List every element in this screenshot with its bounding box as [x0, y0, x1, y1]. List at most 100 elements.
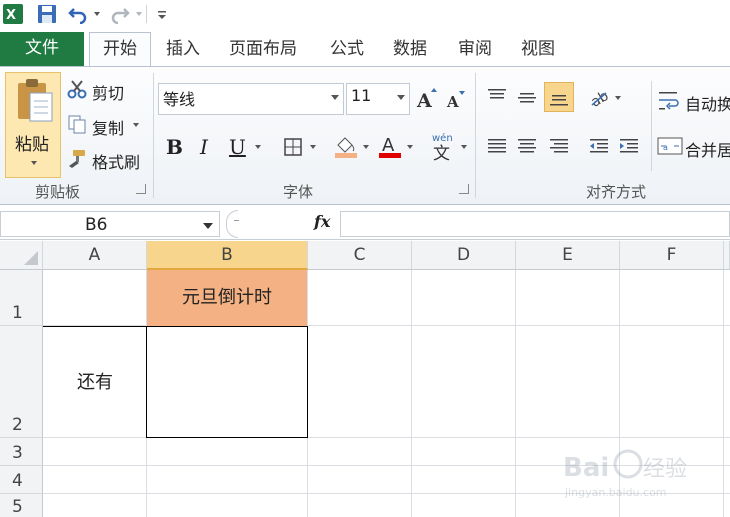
font-size-dropdown-icon: [397, 95, 405, 100]
merge-center-icon: a: [657, 135, 683, 157]
underline-button[interactable]: U: [229, 135, 246, 159]
alignment-group-label: 对齐方式: [586, 183, 647, 201]
worksheet-grid[interactable]: A B C D E F 1 2 3 4 5 元旦倒计时 还有 Bai 经验 ji…: [0, 241, 730, 517]
formula-bar-splitter[interactable]: [226, 210, 238, 238]
phonetic-dropdown-icon[interactable]: [461, 145, 467, 149]
borders-icon[interactable]: [283, 137, 303, 157]
font-name-combo[interactable]: 等线: [158, 83, 344, 115]
clipboard-launcher-icon[interactable]: [136, 184, 146, 194]
name-box[interactable]: B6: [0, 211, 220, 237]
toolbar-divider: [146, 5, 147, 23]
select-all-corner[interactable]: [0, 241, 43, 270]
undo-icon[interactable]: [68, 4, 88, 25]
column-header-f[interactable]: F: [620, 241, 724, 270]
svg-text:jingyan.baidu.com: jingyan.baidu.com: [564, 486, 667, 499]
gridline: [411, 270, 412, 517]
cut-button[interactable]: 剪切: [92, 80, 124, 104]
middle-align-icon[interactable]: [516, 87, 538, 107]
wrap-text-icon: [657, 89, 681, 113]
cell-b2[interactable]: [146, 326, 308, 438]
font-size-combo[interactable]: 11: [346, 83, 410, 115]
increase-indent-icon[interactable]: [618, 137, 640, 157]
tab-view[interactable]: 视图: [521, 36, 555, 62]
row-header-1[interactable]: 1: [0, 270, 43, 326]
font-size-value: 11: [351, 86, 372, 105]
svg-text:A: A: [416, 90, 432, 109]
align-center-icon[interactable]: [516, 137, 538, 157]
tab-page-layout[interactable]: 页面布局: [229, 36, 297, 62]
redo-dropdown-icon[interactable]: [136, 12, 142, 16]
undo-dropdown-icon[interactable]: [94, 12, 100, 16]
row-number: 5: [12, 497, 23, 517]
paste-button[interactable]: 粘贴: [5, 72, 61, 178]
column-header-c[interactable]: C: [308, 241, 412, 270]
tab-insert[interactable]: 插入: [166, 36, 200, 62]
font-color-icon[interactable]: A: [377, 133, 403, 159]
tab-file[interactable]: 文件: [0, 32, 84, 66]
formula-input[interactable]: [340, 211, 730, 237]
group-separator: [475, 73, 476, 198]
column-header-d[interactable]: D: [412, 241, 516, 270]
select-all-icon: [24, 251, 38, 265]
copy-dropdown-icon[interactable]: [133, 123, 139, 127]
row-header-5[interactable]: 5: [0, 494, 43, 517]
font-name-value: 等线: [163, 90, 196, 109]
name-box-value: B6: [85, 215, 108, 235]
align-right-icon[interactable]: [548, 137, 570, 157]
decrease-indent-icon[interactable]: [588, 137, 610, 157]
shrink-font-icon[interactable]: A: [446, 89, 466, 111]
font-group-label: 字体: [283, 183, 314, 201]
paste-label: 粘贴: [15, 135, 49, 155]
save-icon[interactable]: [36, 3, 58, 25]
group-separator: [153, 73, 154, 198]
svg-text:Bai: Bai: [563, 453, 609, 483]
copy-icon: [67, 114, 87, 134]
row-header-2[interactable]: 2: [0, 326, 43, 438]
insert-function-icon[interactable]: fx: [314, 212, 330, 231]
font-launcher-icon[interactable]: [459, 184, 469, 194]
row-header-3[interactable]: 3: [0, 438, 43, 466]
tab-review[interactable]: 审阅: [458, 36, 492, 62]
svg-text:X: X: [6, 8, 16, 23]
redo-icon[interactable]: [110, 4, 130, 25]
svg-text:wén: wén: [432, 132, 453, 144]
font-color-dropdown-icon[interactable]: [407, 145, 413, 149]
paste-icon: [14, 77, 54, 125]
top-align-icon[interactable]: [486, 87, 508, 107]
grow-font-icon[interactable]: A: [416, 87, 438, 112]
clipboard-group-label: 剪贴板: [35, 183, 81, 201]
cell-a2[interactable]: 还有: [43, 326, 147, 438]
gridline: [723, 270, 724, 517]
copy-button[interactable]: 复制: [92, 115, 124, 139]
bold-button[interactable]: B: [166, 135, 183, 159]
column-header-b[interactable]: B: [147, 241, 308, 270]
wrap-text-button[interactable]: 自动换: [685, 91, 730, 115]
fill-color-dropdown-icon[interactable]: [363, 145, 369, 149]
column-header-g[interactable]: [724, 241, 730, 270]
svg-text:文: 文: [433, 144, 450, 161]
name-box-dropdown-icon[interactable]: [203, 223, 213, 229]
phonetic-icon[interactable]: wén 文: [430, 131, 458, 164]
column-header-e[interactable]: E: [516, 241, 620, 270]
borders-dropdown-icon[interactable]: [310, 145, 316, 149]
bottom-align-button[interactable]: [544, 82, 574, 112]
quick-access-toolbar: X: [0, 0, 730, 28]
splitter-dots-icon: [234, 220, 239, 221]
row-header-4[interactable]: 4: [0, 466, 43, 494]
tab-home[interactable]: 开始: [89, 32, 151, 66]
tab-formulas[interactable]: 公式: [330, 36, 364, 62]
merge-center-button[interactable]: 合并居: [685, 137, 730, 161]
row-number: 2: [12, 415, 23, 435]
underline-dropdown-icon[interactable]: [255, 145, 261, 149]
tab-data[interactable]: 数据: [393, 36, 427, 62]
customize-icon[interactable]: [156, 6, 168, 22]
column-header-a[interactable]: A: [43, 241, 147, 270]
align-left-icon[interactable]: [486, 137, 508, 157]
orientation-icon[interactable]: ab: [588, 85, 612, 111]
cell-b1[interactable]: 元旦倒计时: [147, 270, 307, 326]
italic-button[interactable]: I: [200, 135, 208, 159]
format-painter-button[interactable]: 格式刷: [92, 149, 140, 173]
svg-text:A: A: [382, 135, 395, 156]
orientation-dropdown-icon[interactable]: [615, 96, 621, 100]
fill-color-icon[interactable]: [333, 133, 359, 159]
